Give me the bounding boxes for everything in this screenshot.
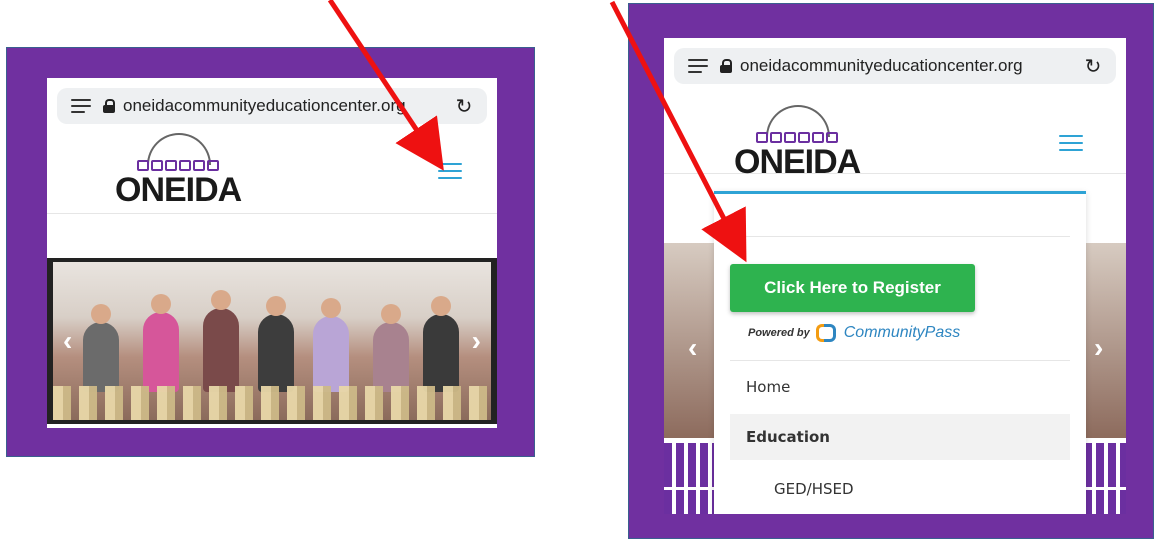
arrow-to-dropdown — [609, 0, 747, 263]
annotation-arrows — [327, 0, 747, 263]
arrow-to-hamburger — [327, 0, 444, 171]
